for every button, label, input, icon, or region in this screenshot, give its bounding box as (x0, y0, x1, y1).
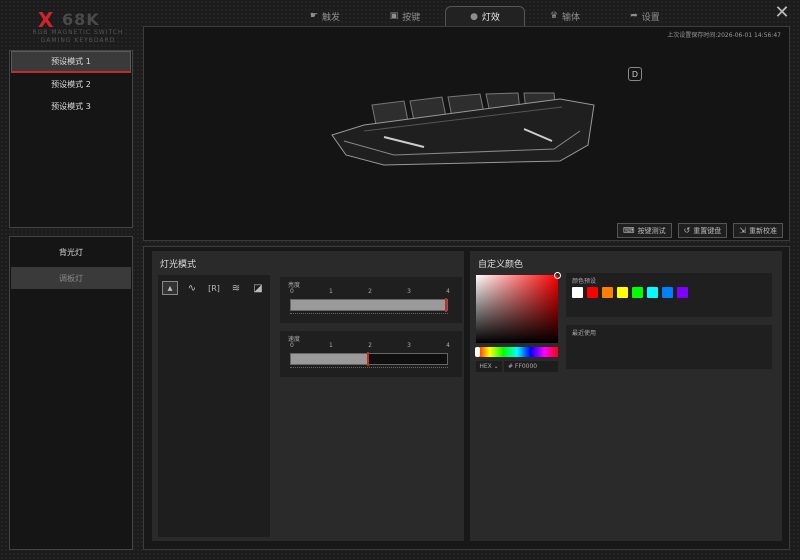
bulb-icon: ● (470, 11, 478, 22)
keyboard-icon: ⌨ (623, 226, 635, 235)
recent-colors: 最近使用 (566, 325, 772, 369)
tick: 2 (368, 342, 372, 349)
recalibrate-button[interactable]: ⇲ 重新校准 (733, 223, 783, 238)
color-swatch[interactable] (617, 287, 628, 298)
mode-gradient-icon[interactable]: ◪ (250, 281, 266, 295)
preset-item-1[interactable]: 预设模式 1 (11, 51, 131, 73)
hex-input[interactable]: # FF0000 (504, 361, 558, 372)
preset-item-3[interactable]: 预设模式 3 (11, 95, 131, 117)
tick: 1 (329, 342, 333, 349)
color-swatch[interactable] (647, 287, 658, 298)
speed-slider[interactable] (290, 352, 448, 366)
color-picker[interactable] (476, 272, 561, 343)
tab-macro[interactable]: ♛ 输体 (525, 6, 605, 26)
logo-model: 68K (62, 10, 100, 29)
picker-handle[interactable] (554, 272, 561, 279)
tab-label: 按键 (402, 12, 421, 23)
color-swatch[interactable] (602, 287, 613, 298)
tick: 3 (407, 342, 411, 349)
preset-list: 预设模式 1 预设模式 2 预设模式 3 (9, 50, 133, 228)
tab-settings[interactable]: ➦ 设置 (605, 6, 685, 26)
zone-backlight[interactable]: 背光灯 (11, 241, 131, 263)
mode-ripple-icon[interactable]: ≋ (228, 281, 244, 295)
hue-handle[interactable] (475, 347, 480, 357)
tick: 4 (446, 342, 450, 349)
speed-thumb[interactable] (367, 352, 369, 366)
hand-icon: ☛ (309, 11, 319, 21)
hue-slider[interactable] (475, 347, 558, 357)
custom-color-title: 自定义颜色 (478, 260, 524, 270)
tick: 1 (329, 288, 333, 295)
brightness-control: 亮度 0 1 2 3 4 (280, 277, 462, 323)
keyboard-illustration (331, 92, 595, 166)
lighting-settings: 灯光模式 ▴ ∿ [R] ≋ ◪ 亮度 0 1 2 3 4 速度 0 1 2 3… (143, 246, 790, 550)
tab-label: 输体 (562, 12, 581, 23)
tab-keys[interactable]: ▣ 按键 (365, 6, 445, 26)
key-test-button[interactable]: ⌨ 按键测试 (617, 223, 672, 238)
mode-static-icon[interactable]: ▴ (162, 281, 178, 295)
reset-keyboard-label: 重置键盘 (693, 226, 722, 235)
crown-icon: ♛ (549, 11, 559, 21)
tick: 2 (368, 288, 372, 295)
color-swatch[interactable] (572, 287, 583, 298)
keyboard-preview: 上次设置保存时间:2026-06-01 14:56:47 D ⌨ 按键测试 ↺ … (143, 26, 790, 241)
color-swatch[interactable] (632, 287, 643, 298)
app-logo: X 68K RGB MAGNETIC SWITCH GAMING KEYBOAR… (28, 8, 128, 48)
preview-toolbar: ⌨ 按键测试 ↺ 重置键盘 ⇲ 重新校准 (617, 223, 783, 238)
color-swatch[interactable] (587, 287, 598, 298)
key-icon: ▣ (389, 11, 399, 21)
brightness-ticks: 0 1 2 3 4 (290, 288, 450, 295)
tick: 3 (407, 288, 411, 295)
preset-colors: 颜色预设 (566, 273, 772, 317)
color-swatch[interactable] (662, 287, 673, 298)
brightness-scale (290, 313, 448, 315)
light-mode-panel: 灯光模式 ▴ ∿ [R] ≋ ◪ 亮度 0 1 2 3 4 速度 0 1 2 3… (152, 251, 464, 541)
light-mode-list: ▴ ∿ [R] ≋ ◪ (158, 275, 270, 537)
share-icon: ➦ (630, 11, 638, 21)
tab-label: 触发 (322, 12, 341, 23)
mode-random-icon[interactable]: [R] (206, 281, 222, 295)
calibrate-icon: ⇲ (739, 226, 746, 235)
color-swatch[interactable] (677, 287, 688, 298)
close-button[interactable]: ✕ (772, 3, 792, 23)
light-zone-list: 背光灯 调板灯 (9, 236, 133, 550)
tab-label: 设置 (641, 12, 660, 23)
light-mode-title: 灯光模式 (160, 260, 197, 270)
recalibrate-label: 重新校准 (749, 226, 777, 235)
reset-keyboard-button[interactable]: ↺ 重置键盘 (677, 223, 728, 238)
swatch-list (572, 287, 688, 298)
brightness-fill (291, 300, 447, 310)
main-nav: ☛ 触发 ▣ 按键 ● 灯效 ♛ 输体 ➦ 设置 (285, 6, 685, 26)
speed-control: 速度 0 1 2 3 4 (280, 331, 462, 377)
chevron-down-icon: ⌄ (491, 363, 499, 370)
speed-fill (291, 354, 369, 364)
speed-ticks: 0 1 2 3 4 (290, 342, 450, 349)
mode-wave-icon[interactable]: ∿ (184, 281, 200, 295)
color-format-select[interactable]: HEX ⌄ (476, 361, 502, 372)
tab-label: 灯效 (481, 13, 500, 23)
last-saved-time: 上次设置保存时间:2026-06-01 14:56:47 (667, 32, 781, 39)
preset-colors-label: 颜色预设 (572, 278, 597, 285)
color-format-value: HEX (479, 363, 492, 370)
key-test-label: 按键测试 (637, 226, 666, 235)
logo-line2: GAMING KEYBOARD (40, 37, 116, 44)
logo-line1: RGB MAGNETIC SWITCH (32, 29, 124, 36)
zone-side-light[interactable]: 调板灯 (11, 267, 131, 289)
tab-trigger[interactable]: ☛ 触发 (285, 6, 365, 26)
tick: 0 (290, 288, 294, 295)
hex-input-row: HEX ⌄ # FF0000 (476, 361, 558, 372)
recent-colors-label: 最近使用 (572, 330, 597, 337)
tab-lighting[interactable]: ● 灯效 (445, 6, 525, 26)
brightness-slider[interactable] (290, 298, 448, 312)
brightness-thumb[interactable] (445, 298, 447, 312)
tick: 0 (290, 342, 294, 349)
reset-icon: ↺ (683, 226, 691, 235)
preset-item-2[interactable]: 预设模式 2 (11, 73, 131, 95)
custom-color-panel: 自定义颜色 HEX ⌄ # FF0000 颜色预设 最近使用 (470, 251, 782, 541)
speed-scale (290, 367, 448, 369)
tick: 4 (446, 288, 450, 295)
profile-badge[interactable]: D (628, 67, 642, 81)
